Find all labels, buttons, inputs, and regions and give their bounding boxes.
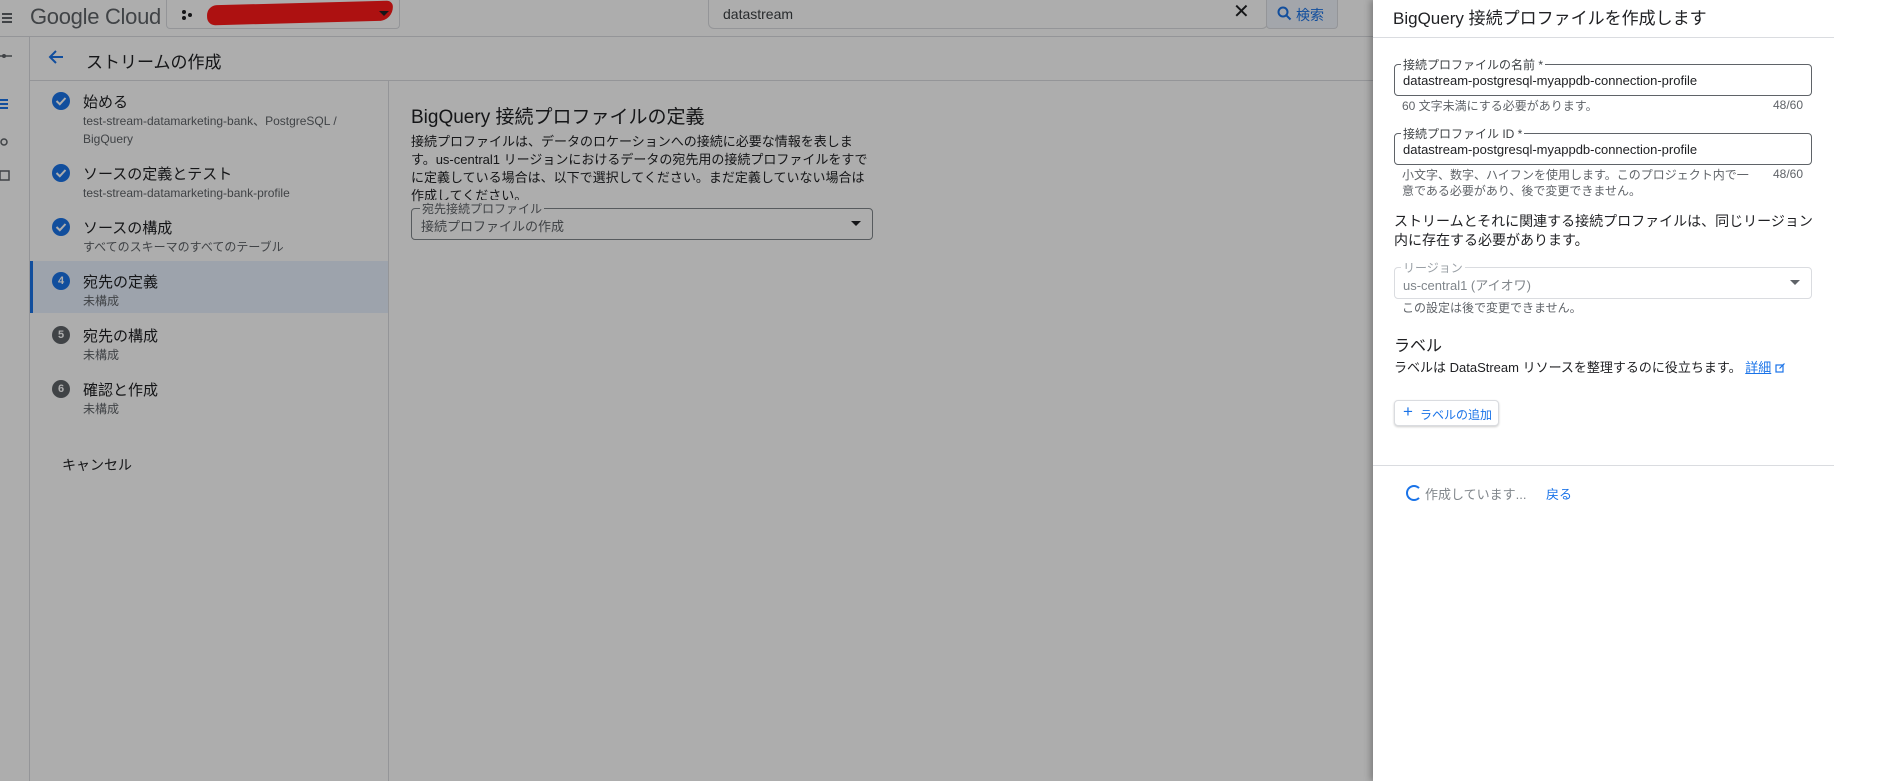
profile-id-label: 接続プロファイル ID * bbox=[1401, 125, 1525, 142]
divider bbox=[1373, 465, 1834, 466]
back-button[interactable]: 戻る bbox=[1546, 484, 1572, 503]
create-profile-panel: BigQuery 接続プロファイルを作成します 接続プロファイルの名前 * 60… bbox=[1373, 0, 1894, 781]
add-label-text: ラベルの追加 bbox=[1420, 408, 1493, 422]
profile-name-field[interactable]: 接続プロファイルの名前 * bbox=[1394, 56, 1812, 96]
labels-heading: ラベル bbox=[1394, 338, 1443, 355]
panel-title: BigQuery 接続プロファイルを作成します bbox=[1393, 9, 1707, 28]
external-link-icon bbox=[1775, 363, 1785, 373]
modal-scrim[interactable] bbox=[0, 0, 1373, 781]
divider bbox=[1373, 37, 1834, 38]
profile-id-count: 48/60 bbox=[1773, 167, 1804, 181]
loading-spinner-icon bbox=[1406, 485, 1422, 501]
learn-more-link[interactable]: 詳細 bbox=[1745, 360, 1771, 375]
add-label-button[interactable]: + ラベルの追加 bbox=[1394, 400, 1499, 426]
region-hint: この設定は後で変更できません。 bbox=[1402, 301, 1582, 315]
chevron-down-icon bbox=[1790, 280, 1800, 285]
region-select: リージョン us-central1 (アイオワ) bbox=[1394, 259, 1812, 299]
plus-icon: + bbox=[1403, 402, 1413, 421]
labels-description: ラベルは DataStream リソースを整理するのに役立ちます。 詳細 bbox=[1394, 357, 1785, 376]
profile-name-count: 48/60 bbox=[1773, 98, 1804, 112]
profile-id-input[interactable] bbox=[1403, 141, 1799, 157]
creating-status: 作成しています... bbox=[1425, 487, 1527, 502]
labels-description-text: ラベルは DataStream リソースを整理するのに役立ちます。 bbox=[1394, 360, 1742, 375]
profile-id-hint: 小文字、数字、ハイフンを使用します。このプロジェクト内で一意である必要があり、後… bbox=[1402, 168, 1749, 198]
profile-name-input[interactable] bbox=[1403, 72, 1799, 88]
profile-id-field[interactable]: 接続プロファイル ID * bbox=[1394, 125, 1812, 165]
region-note: ストリームとそれに関連する接続プロファイルは、同じリージョン内に存在する必要があ… bbox=[1394, 213, 1813, 248]
profile-name-hint: 60 文字未満にする必要があります。 bbox=[1402, 99, 1598, 113]
region-label: リージョン bbox=[1401, 259, 1465, 276]
profile-name-label: 接続プロファイルの名前 * bbox=[1401, 56, 1546, 73]
region-value: us-central1 (アイオワ) bbox=[1403, 278, 1531, 293]
